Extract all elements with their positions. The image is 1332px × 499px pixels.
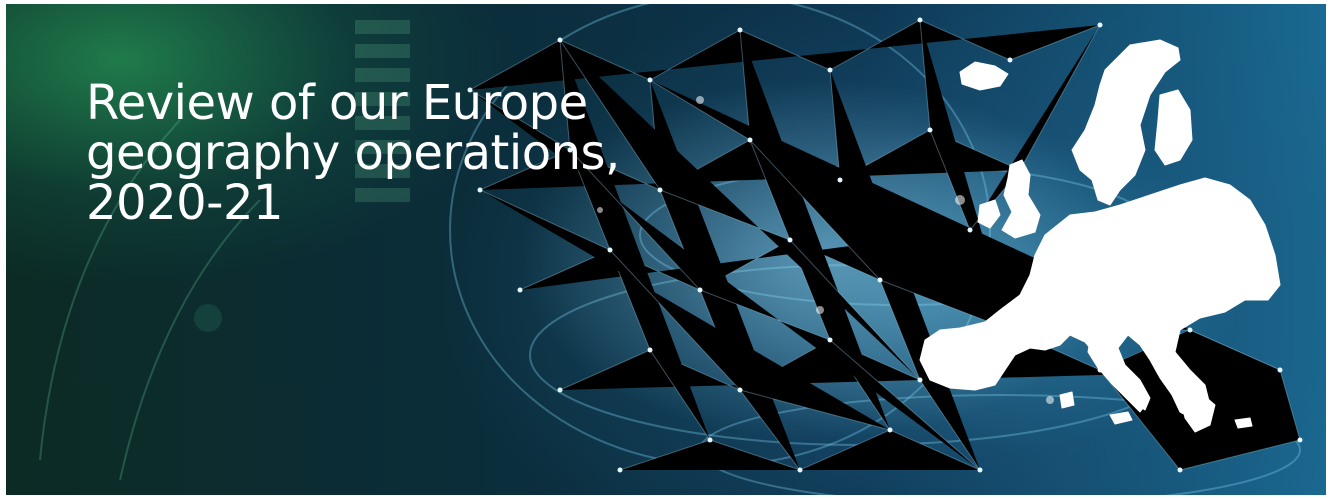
border-right [1326, 0, 1332, 499]
border-top [0, 0, 1332, 4]
border-left [0, 0, 6, 499]
hero-banner: Review of our Europe geography operation… [0, 0, 1332, 499]
title-line: geography operations, [86, 125, 620, 181]
page-title: Review of our Europe geography operation… [86, 78, 726, 228]
border-bottom [0, 495, 1332, 499]
title-line: Review of our Europe [86, 75, 588, 131]
title-line: 2020-21 [86, 175, 284, 231]
